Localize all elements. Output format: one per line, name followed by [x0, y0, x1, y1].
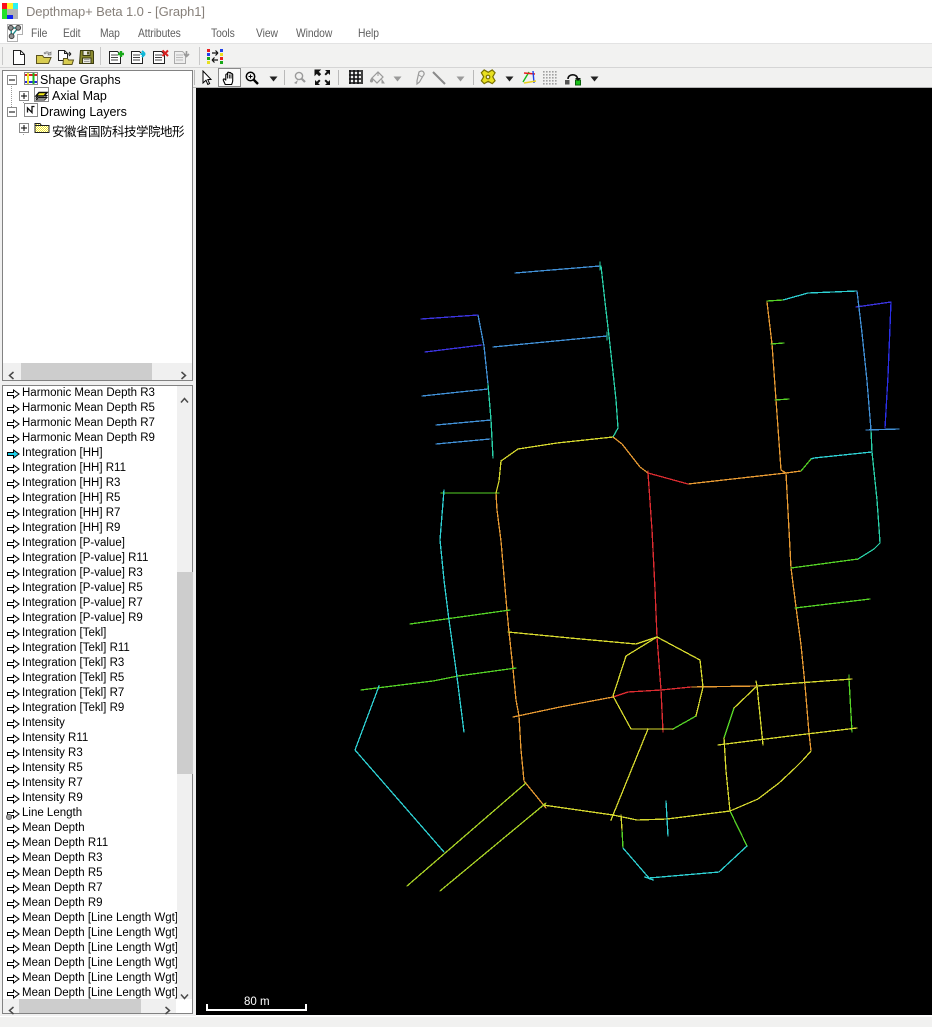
svg-text:80 m: 80 m	[244, 996, 270, 1008]
